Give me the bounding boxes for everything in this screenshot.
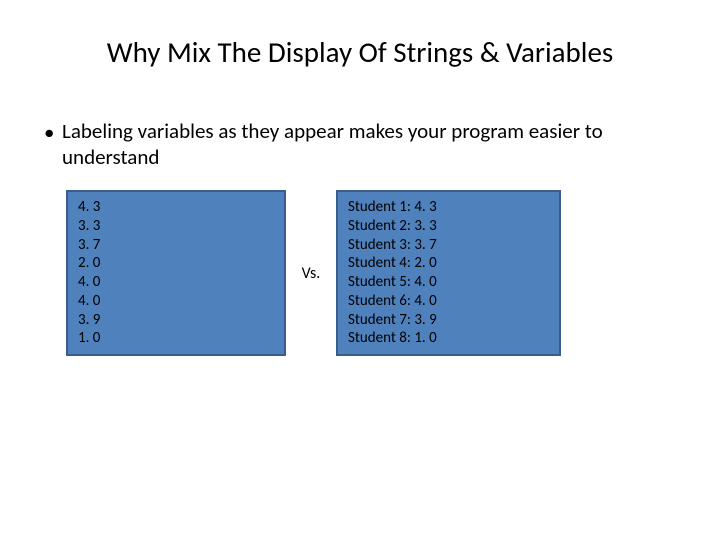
list-item: Student 1: 4. 3 xyxy=(348,198,549,217)
bullet-marker: • xyxy=(44,118,62,145)
row-value: 3. 7 xyxy=(414,236,436,254)
row-label: Student 8: xyxy=(348,329,414,348)
row-label: Student 3: xyxy=(348,236,414,255)
list-item: Student 5: 4. 0 xyxy=(348,273,549,292)
list-item: 1. 0 xyxy=(78,329,274,348)
list-item: 4. 0 xyxy=(78,292,274,311)
list-item: Student 2: 3. 3 xyxy=(348,217,549,236)
row-value: 4. 0 xyxy=(414,292,436,310)
row-value: 4. 3 xyxy=(414,198,436,216)
row-label: Student 5: xyxy=(348,273,414,292)
row-label: Student 7: xyxy=(348,311,414,330)
row-value: 4. 0 xyxy=(414,273,436,291)
list-item: 3. 7 xyxy=(78,236,274,255)
values-box-left: 4. 3 3. 3 3. 7 2. 0 4. 0 4. 0 3. 9 1. 0 xyxy=(66,190,286,356)
list-item: Student 3: 3. 7 xyxy=(348,236,549,255)
row-value: 2. 0 xyxy=(414,254,436,272)
row-value: 3. 3 xyxy=(414,217,436,235)
comparison-row: 4. 3 3. 3 3. 7 2. 0 4. 0 4. 0 3. 9 1. 0 … xyxy=(66,190,561,356)
list-item: 4. 3 xyxy=(78,198,274,217)
row-value: 1. 0 xyxy=(414,329,436,347)
row-label: Student 1: xyxy=(348,198,414,217)
row-label: Student 2: xyxy=(348,217,414,236)
list-item: Student 7: 3. 9 xyxy=(348,311,549,330)
slide: Why Mix The Display Of Strings & Variabl… xyxy=(0,0,720,540)
list-item: 2. 0 xyxy=(78,254,274,273)
bullet-text: Labeling variables as they appear makes … xyxy=(62,118,676,171)
list-item: Student 6: 4. 0 xyxy=(348,292,549,311)
row-label: Student 4: xyxy=(348,254,414,273)
list-item: Student 8: 1. 0 xyxy=(348,329,549,348)
list-item: 4. 0 xyxy=(78,273,274,292)
row-label: Student 6: xyxy=(348,292,414,311)
list-item: 3. 9 xyxy=(78,311,274,330)
vs-label: Vs. xyxy=(286,264,336,283)
list-item: Student 4: 2. 0 xyxy=(348,254,549,273)
row-value: 3. 9 xyxy=(414,311,436,329)
body-area: • Labeling variables as they appear make… xyxy=(44,118,676,171)
values-box-right: Student 1: 4. 3 Student 2: 3. 3 Student … xyxy=(336,190,561,356)
slide-title: Why Mix The Display Of Strings & Variabl… xyxy=(0,34,720,70)
bullet-item: • Labeling variables as they appear make… xyxy=(44,118,676,171)
list-item: 3. 3 xyxy=(78,217,274,236)
